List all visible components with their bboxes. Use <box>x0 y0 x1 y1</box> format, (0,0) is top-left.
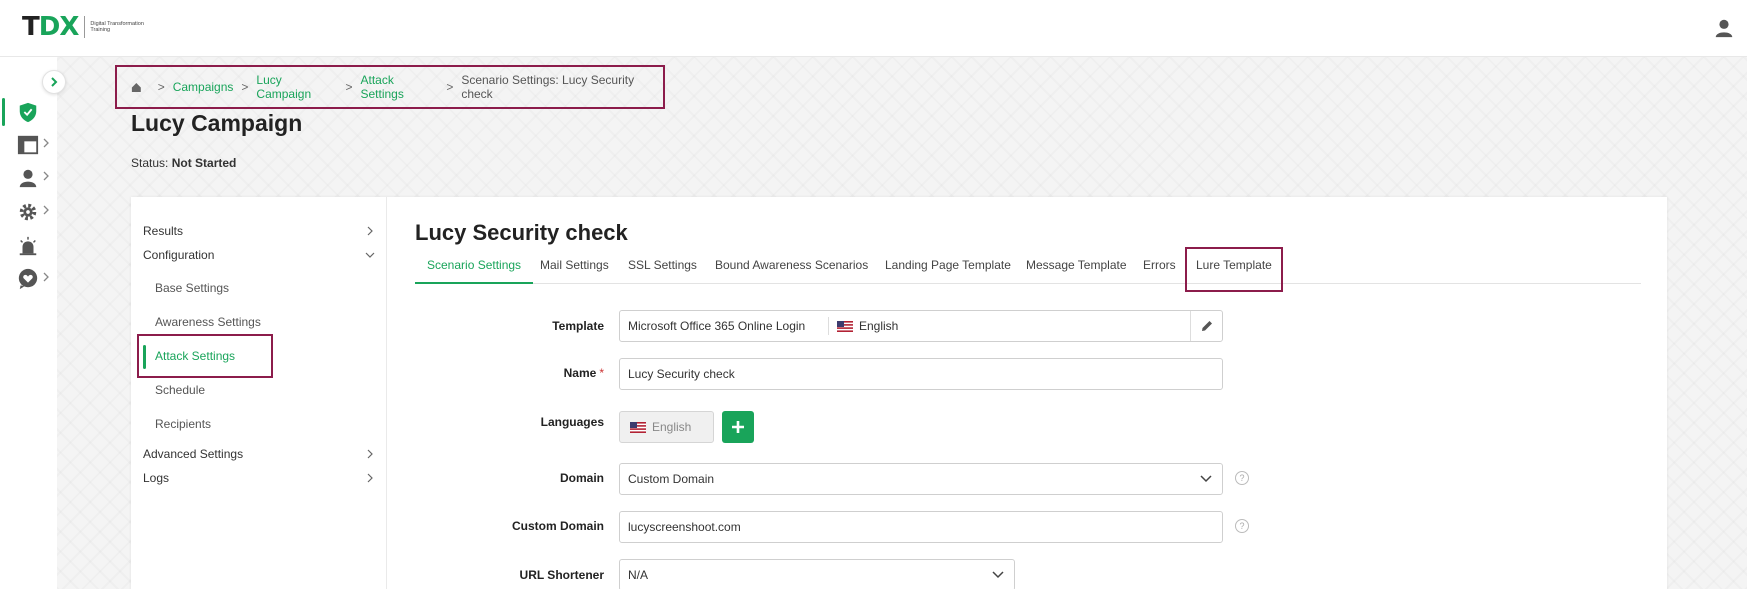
sidebar-item-label: Attack Settings <box>155 349 236 363</box>
sidebar-item-label: Advanced Settings <box>143 447 244 461</box>
top-bar: T DX Digital Transformation Training <box>0 0 1747 57</box>
template-value: Microsoft Office 365 Online Login <box>628 319 806 333</box>
sidebar-item-attack-settings[interactable]: Attack Settings <box>155 344 365 368</box>
shield-icon <box>19 102 37 123</box>
settings-sidebar: Results Configuration Base Settings Awar… <box>131 197 387 589</box>
sidebar-item-recipients[interactable]: Recipients <box>155 412 365 436</box>
breadcrumb-campaigns[interactable]: Campaigns <box>173 80 234 94</box>
domain-value: Custom Domain <box>628 472 715 486</box>
url-shortener-label: URL Shortener <box>519 568 604 582</box>
chevron-right-icon <box>43 205 49 215</box>
expand-nav-button[interactable] <box>42 70 66 94</box>
sidebar-item-logs[interactable]: Logs <box>143 466 375 490</box>
tab-bound-awareness-scenarios[interactable]: Bound Awareness Scenarios <box>715 247 868 284</box>
tab-ssl-settings[interactable]: SSL Settings <box>628 247 697 284</box>
tab-bar: Scenario Settings Mail Settings SSL Sett… <box>415 247 1641 284</box>
heart-bubble-icon <box>18 268 38 290</box>
chevron-right-icon <box>51 77 58 87</box>
plus-icon <box>732 421 744 433</box>
status-value: Not Started <box>171 156 237 170</box>
languages-label: Languages <box>540 415 604 429</box>
users-icon <box>19 169 37 188</box>
rail-item-settings[interactable] <box>0 198 57 226</box>
tab-errors[interactable]: Errors <box>1143 247 1176 284</box>
template-label: Template <box>552 319 604 333</box>
logo-text: T <box>22 12 40 42</box>
us-flag-icon <box>837 320 853 332</box>
scenario-title: Lucy Security check <box>415 220 628 245</box>
domain-select[interactable]: Custom Domain <box>619 463 1223 495</box>
required-mark: * <box>599 366 604 380</box>
custom-domain-label: Custom Domain <box>511 519 604 533</box>
active-indicator <box>143 345 146 369</box>
rail-item-alerts[interactable] <box>0 232 57 260</box>
page-title: Lucy Campaign <box>131 110 303 136</box>
breadcrumb-current: Scenario Settings: Lucy Security check <box>461 73 635 101</box>
breadcrumb-lucy-campaign[interactable]: Lucy Campaign <box>256 73 337 101</box>
breadcrumb: > Campaigns > Lucy Campaign > Attack Set… <box>115 65 665 109</box>
chevron-right-icon <box>367 449 373 459</box>
gear-icon <box>19 203 37 221</box>
chevron-right-icon <box>367 473 373 483</box>
name-input[interactable]: Lucy Security check <box>619 358 1223 390</box>
alarm-icon <box>19 236 37 256</box>
rail-item-security[interactable] <box>0 98 57 126</box>
chevron-down-icon <box>992 571 1004 579</box>
language-pill[interactable]: English <box>619 411 714 443</box>
chevron-down-icon <box>365 252 375 258</box>
domain-label: Domain <box>559 471 604 485</box>
help-icon[interactable]: ? <box>1235 471 1249 485</box>
custom-domain-input[interactable]: lucyscreenshoot.com <box>619 511 1223 543</box>
add-language-button[interactable] <box>722 411 754 443</box>
language-pill-label: English <box>652 420 692 434</box>
chevron-down-icon <box>1200 475 1212 483</box>
sidebar-item-configuration[interactable]: Configuration <box>143 243 375 267</box>
sidebar-item-label: Configuration <box>143 248 215 262</box>
status-label: Status: <box>131 156 169 170</box>
chevron-right-icon <box>367 226 373 236</box>
tab-message-template[interactable]: Message Template <box>1026 247 1127 284</box>
help-icon[interactable]: ? <box>1235 519 1249 533</box>
chevron-right-icon <box>43 171 49 181</box>
sidebar-item-label: Recipients <box>155 417 212 431</box>
breadcrumb-attack-settings[interactable]: Attack Settings <box>361 73 439 101</box>
sidebar-item-label: Base Settings <box>155 281 230 295</box>
url-shortener-select[interactable]: N/A <box>619 559 1015 589</box>
highlight-box <box>1185 247 1283 292</box>
sidebar-item-label: Awareness Settings <box>155 315 261 329</box>
rail-item-wellbeing[interactable] <box>0 265 57 293</box>
rail-item-users[interactable] <box>0 164 57 192</box>
home-icon[interactable] <box>131 82 142 93</box>
template-language: English <box>859 319 899 333</box>
sidebar-item-awareness-settings[interactable]: Awareness Settings <box>155 310 365 334</box>
dashboard-icon <box>17 135 39 155</box>
status-line: Status: Not Started <box>131 156 236 170</box>
sidebar-item-schedule[interactable]: Schedule <box>155 378 365 402</box>
url-shortener-value: N/A <box>628 568 649 582</box>
us-flag-icon <box>630 421 646 433</box>
logo-subtitle: Digital Transformation Training <box>90 21 144 33</box>
tab-scenario-settings[interactable]: Scenario Settings <box>415 247 534 284</box>
logo[interactable]: T DX Digital Transformation Training <box>22 12 150 42</box>
sidebar-item-results[interactable]: Results <box>143 219 375 243</box>
sidebar-item-advanced-settings[interactable]: Advanced Settings <box>143 442 375 466</box>
sidebar-item-base-settings[interactable]: Base Settings <box>155 276 365 300</box>
chevron-right-icon <box>43 272 49 282</box>
sidebar-item-label: Results <box>143 224 184 238</box>
chevron-right-icon <box>43 138 49 148</box>
tab-mail-settings[interactable]: Mail Settings <box>540 247 609 284</box>
sidebar-item-label: Schedule <box>155 383 206 397</box>
rail-item-dashboard[interactable] <box>0 131 57 159</box>
tab-landing-page-template[interactable]: Landing Page Template <box>885 247 1011 284</box>
template-field: Microsoft Office 365 Online Login Englis… <box>619 310 1223 342</box>
sidebar-item-label: Logs <box>143 471 170 485</box>
user-icon[interactable] <box>1713 17 1735 39</box>
edit-icon[interactable] <box>1200 319 1214 333</box>
name-label: Name * <box>563 366 604 380</box>
